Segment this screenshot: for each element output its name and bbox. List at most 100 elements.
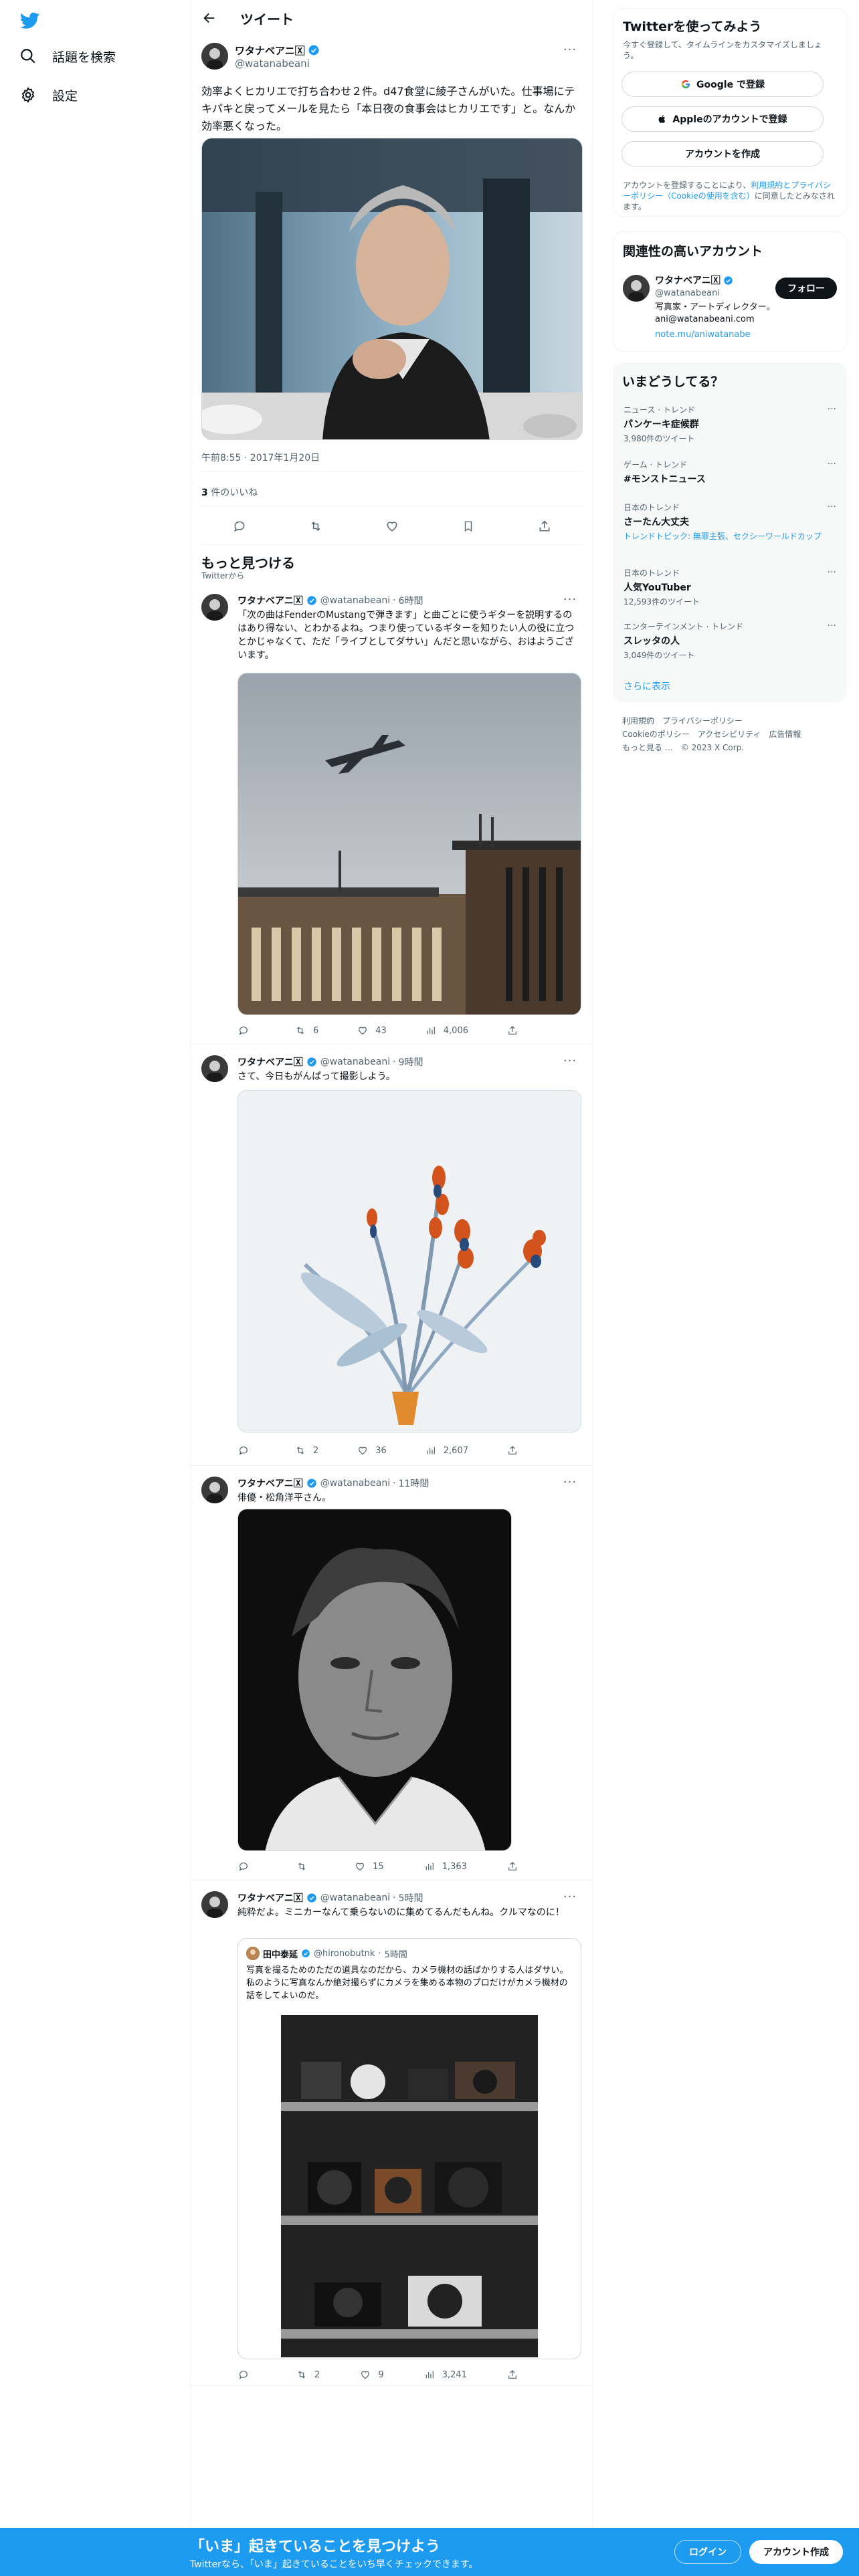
tweet-time[interactable]: 9時間 bbox=[399, 1055, 423, 1069]
relevant-account-link[interactable]: note.mu/aniwatanabe bbox=[655, 330, 751, 340]
share-icon[interactable] bbox=[537, 519, 552, 534]
reply-button[interactable] bbox=[237, 1025, 256, 1037]
trend-item[interactable]: 日本のトレンド さーたん大丈夫 トレンドトピック: 無罪主張、セクシーワールドカ… bbox=[624, 502, 836, 542]
retweet-button[interactable] bbox=[296, 1860, 314, 1872]
feed-tweet[interactable]: ワタナベアニ🅇 @watanabeani · 5時間 ··· 純粋だよ。ミニカー… bbox=[191, 1881, 592, 2386]
avatar[interactable] bbox=[623, 275, 650, 302]
author-handle[interactable]: @watanabeani bbox=[320, 595, 390, 606]
google-signup-button[interactable]: Google で登録 bbox=[622, 72, 824, 97]
main-tweet-header: ワタナベアニ🅇 @watanabeani bbox=[201, 43, 320, 70]
feed-tweet[interactable]: ワタナベアニ🅇 @watanabeani · 6時間 ··· 「次の曲はFend… bbox=[191, 583, 592, 1045]
trend-more-icon[interactable]: ··· bbox=[828, 621, 836, 631]
more-options-icon[interactable]: ··· bbox=[560, 43, 580, 57]
author-handle[interactable]: @watanabeani bbox=[320, 1057, 390, 1067]
nav-explore[interactable]: 話題を検索 bbox=[19, 47, 116, 66]
avatar[interactable] bbox=[201, 1477, 228, 1503]
views-button[interactable]: 2,607 bbox=[425, 1444, 468, 1457]
more-options-icon[interactable]: ··· bbox=[560, 593, 580, 607]
feed-tweet-header: ワタナベアニ🅇 @watanabeani · 6時間 bbox=[237, 594, 423, 607]
author-name[interactable]: ワタナベアニ🅇 bbox=[237, 1477, 303, 1490]
tweet-time[interactable]: 6時間 bbox=[399, 594, 423, 607]
trend-item[interactable]: ニュース · トレンド パンケーキ症候群 3,980件のツイート ··· bbox=[624, 404, 836, 444]
terms-prefix: アカウントを登録することにより、 bbox=[623, 181, 751, 190]
tweet-time[interactable]: 11時間 bbox=[399, 1477, 430, 1490]
retweet-count: 2 bbox=[312, 1445, 319, 1456]
tweet-photo[interactable] bbox=[237, 1090, 581, 1432]
feed-tweet[interactable]: ワタナベアニ🅇 @watanabeani · 11時間 ··· 俳優・松角洋平さ… bbox=[191, 1466, 592, 1881]
tweet-photo[interactable] bbox=[237, 1509, 512, 1851]
retweet-button[interactable]: 2 bbox=[296, 2369, 320, 2381]
retweet-button[interactable]: 2 bbox=[294, 1444, 318, 1457]
twitter-logo-icon[interactable] bbox=[19, 9, 41, 32]
like-count: 9 bbox=[378, 2369, 384, 2380]
bookmark-icon[interactable] bbox=[461, 519, 476, 534]
author-handle[interactable]: @watanabeani bbox=[320, 1478, 390, 1489]
retweet-button[interactable]: 6 bbox=[294, 1025, 318, 1037]
share-button[interactable] bbox=[506, 1444, 518, 1457]
show-more-link[interactable]: さらに表示 bbox=[624, 679, 670, 693]
like-button[interactable]: 9 bbox=[359, 2369, 384, 2381]
views-button[interactable]: 3,241 bbox=[423, 2369, 467, 2381]
tweet-photo[interactable] bbox=[237, 673, 581, 1015]
quoted-tweet-photo[interactable] bbox=[281, 2015, 538, 2357]
more-options-icon[interactable]: ··· bbox=[560, 1054, 580, 1068]
share-button[interactable] bbox=[506, 1025, 518, 1037]
author-name[interactable]: ワタナベアニ🅇 bbox=[237, 594, 303, 607]
signup-button[interactable]: アカウント作成 bbox=[749, 2540, 843, 2564]
share-icon bbox=[506, 1444, 518, 1457]
trend-more-icon[interactable]: ··· bbox=[828, 459, 836, 469]
views-chart-icon bbox=[423, 2369, 436, 2381]
views-button[interactable]: 4,006 bbox=[425, 1025, 468, 1037]
more-options-icon[interactable]: ··· bbox=[560, 1890, 580, 1904]
trend-item[interactable]: ゲーム · トレンド #モンストニュース ··· bbox=[624, 459, 836, 488]
author-handle[interactable]: @watanabeani bbox=[235, 58, 320, 70]
author-handle[interactable]: @watanabeani bbox=[320, 1893, 390, 1903]
relevant-account-handle[interactable]: @watanabeani bbox=[655, 288, 720, 298]
follow-button[interactable]: フォロー bbox=[775, 278, 837, 299]
like-button[interactable]: 15 bbox=[354, 1860, 384, 1872]
tweet-time[interactable]: 5時間 bbox=[399, 1891, 423, 1905]
share-button[interactable] bbox=[506, 2369, 518, 2381]
avatar[interactable] bbox=[201, 43, 228, 70]
trend-more-icon[interactable]: ··· bbox=[828, 567, 836, 578]
like-icon[interactable] bbox=[385, 519, 399, 534]
avatar[interactable] bbox=[201, 1891, 228, 1918]
author-name[interactable]: ワタナベアニ🅇 bbox=[237, 1055, 303, 1069]
back-arrow-icon[interactable] bbox=[201, 10, 217, 26]
tweet-photo[interactable] bbox=[201, 138, 583, 440]
avatar[interactable] bbox=[201, 594, 228, 621]
trend-more-icon[interactable]: ··· bbox=[828, 404, 836, 415]
trend-category: 日本のトレンド bbox=[624, 503, 680, 512]
footer-line[interactable]: Cookieのポリシー アクセシビリティ 広告情報 bbox=[622, 728, 836, 741]
apple-signup-button[interactable]: Appleのアカウントで登録 bbox=[622, 106, 824, 132]
trend-item[interactable]: 日本のトレンド 人気YouTuber 12,593件のツイート ··· bbox=[624, 567, 836, 607]
trend-topics: トレンドトピック: 無罪主張、セクシーワールドカップ bbox=[624, 532, 822, 541]
like-button[interactable]: 43 bbox=[357, 1025, 387, 1037]
trend-item[interactable]: エンターテインメント · トレンド スレッタの人 3,049件のツイート ··· bbox=[624, 621, 836, 661]
author-name[interactable]: ワタナベアニ🅇 bbox=[237, 1891, 303, 1905]
author-name[interactable]: ワタナベアニ🅇 bbox=[235, 43, 305, 58]
trend-more-icon[interactable]: ··· bbox=[828, 502, 836, 512]
like-button[interactable]: 36 bbox=[357, 1444, 387, 1457]
reply-icon[interactable] bbox=[232, 519, 247, 534]
more-options-icon[interactable]: ··· bbox=[560, 1475, 580, 1489]
avatar[interactable] bbox=[201, 1055, 228, 1082]
views-count: 4,006 bbox=[443, 1025, 468, 1036]
reply-button[interactable] bbox=[237, 1860, 256, 1872]
reply-button[interactable] bbox=[237, 1444, 256, 1457]
footer-line[interactable]: もっと見る … © 2023 X Corp. bbox=[622, 741, 836, 754]
nav-settings[interactable]: 設定 bbox=[19, 86, 78, 104]
create-account-button[interactable]: アカウントを作成 bbox=[622, 141, 824, 167]
retweet-icon[interactable] bbox=[308, 519, 323, 534]
like-count: 36 bbox=[375, 1445, 387, 1456]
share-button[interactable] bbox=[506, 1860, 518, 1872]
relevant-account-name[interactable]: ワタナベアニ🅇 bbox=[655, 274, 721, 287]
footer-line[interactable]: 利用規約 プライバシーポリシー bbox=[622, 714, 836, 728]
quoted-tweet[interactable]: 田中泰延 @hironobutnk · 5時間 写真を撮るためのただの道具なのだ… bbox=[237, 1938, 581, 2359]
feed-tweet[interactable]: ワタナベアニ🅇 @watanabeani · 9時間 ··· さて、今日もがんば… bbox=[191, 1045, 592, 1466]
tweet-timestamp[interactable]: 午前8:55 · 2017年1月20日 bbox=[201, 451, 320, 464]
login-button[interactable]: ログイン bbox=[674, 2540, 741, 2564]
likes-summary[interactable]: 3 件のいいね bbox=[201, 486, 258, 499]
reply-button[interactable] bbox=[237, 2369, 256, 2381]
views-button[interactable]: 1,363 bbox=[423, 1860, 467, 1872]
